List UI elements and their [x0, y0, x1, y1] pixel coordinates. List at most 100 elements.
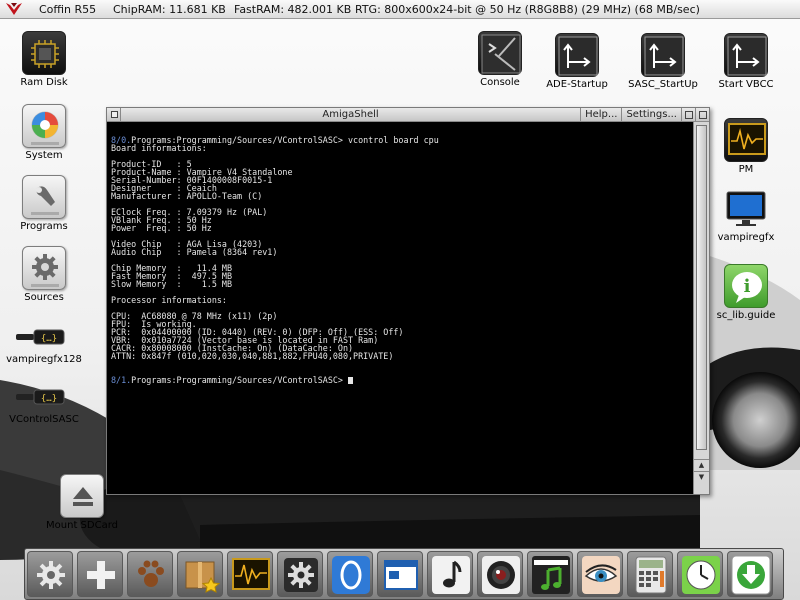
desktop-icon-label: vampiregfx128 [6, 354, 82, 365]
prompt-number: 8/1. [111, 375, 132, 385]
svg-text:i: i [744, 276, 751, 297]
text-cursor [348, 377, 353, 384]
desktop-icon-vampiregfx[interactable]: vampiregfx [706, 186, 786, 243]
console-line: Audio Chip : Pamela (8364 rev1) [111, 248, 691, 256]
monitor-wave-icon [232, 558, 270, 590]
rtg-readout: RTG: 800x600x24-bit @ 50 Hz (R8G8B8) (29… [355, 2, 700, 16]
desktop-icon-sources[interactable]: Sources [4, 246, 84, 303]
desktop-icon-start-vbcc[interactable]: Start VBCC [706, 33, 786, 90]
scroll-down-icon[interactable]: ▼ [694, 471, 709, 482]
dock [24, 548, 784, 600]
desktop-icon-programs[interactable]: Programs [4, 175, 84, 232]
console-line: Manufacturer : APOLLO-Team (C) [111, 192, 691, 200]
dock-item-calculator[interactable] [627, 551, 673, 597]
desktop-icon-ade-startup[interactable]: ADE-Startup [537, 33, 617, 90]
close-gadget-icon[interactable] [107, 108, 121, 121]
help-bubble-icon: i [724, 264, 768, 308]
eject-icon [60, 474, 104, 518]
plus-icon [87, 561, 115, 589]
gear-icon [37, 561, 65, 589]
dock-item-plus[interactable] [77, 551, 123, 597]
desktop-icon-pm[interactable]: PM [706, 118, 786, 175]
dock-item-gear-box[interactable] [277, 551, 323, 597]
eye-icon [582, 556, 620, 594]
amigashell-window[interactable]: AmigaShell Help... Settings... 8/0.Progr… [106, 107, 710, 495]
script-icon [641, 33, 685, 77]
desktop-icon-sasc-startup[interactable]: SASC_StartUp [623, 33, 703, 90]
desktop-icon-ram-disk[interactable]: Ram Disk [4, 31, 84, 88]
desktop-icon-label: Programs [20, 221, 68, 232]
os-title: Coffin R55 [39, 2, 97, 16]
help-button[interactable]: Help... [580, 108, 621, 121]
zoom-gadget-icon[interactable] [681, 108, 695, 121]
scroll-up-icon[interactable]: ▲ [694, 459, 709, 470]
desktop-icon-sc-lib-guide[interactable]: i sc_lib.guide [706, 264, 786, 321]
desktop-icon-label: Start VBCC [718, 79, 774, 90]
console-text: Programs:Programming/Sources/VControlSAS… [131, 375, 348, 385]
desktop-icon-system[interactable]: System [4, 104, 84, 161]
desktop-icon-label: ADE-Startup [546, 79, 608, 90]
desktop-icon-label: PM [738, 164, 754, 175]
console-icon [478, 31, 522, 75]
dock-item-film-music[interactable] [527, 551, 573, 597]
desktop-icon-label: Ram Disk [20, 77, 68, 88]
console-line: Board informations: [111, 144, 691, 152]
console-line: Processor informations: [111, 296, 691, 304]
console-text: Manufacturer : APOLLO-Team (C) [111, 191, 263, 201]
clock-icon [682, 556, 720, 594]
dock-item-window[interactable] [377, 551, 423, 597]
svg-text:{…}: {…} [41, 334, 57, 344]
desktop-icon-console[interactable]: Console [460, 31, 540, 88]
desktop-icon-label: vampiregfx [717, 232, 775, 243]
settings-button[interactable]: Settings... [621, 108, 681, 121]
console-line: CPU: AC68080 @ 78 MHz (x11) (2p) [111, 312, 691, 320]
dock-item-paw[interactable] [127, 551, 173, 597]
dock-item-eye[interactable] [577, 551, 623, 597]
download-icon [731, 555, 771, 595]
console-line: ATTN: 0x847f (010,020,030,040,881,882,FP… [111, 352, 691, 360]
console-line: Power Freq. : 50 Hz [111, 224, 691, 232]
shell-output[interactable]: 8/0.Programs:Programming/Sources/VContro… [111, 136, 691, 486]
console-text: Power Freq. : 50 Hz [111, 223, 212, 233]
desktop-icon-label: VControlSASC [9, 414, 79, 425]
dock-item-box-star[interactable] [177, 551, 223, 597]
dock-item-music-note[interactable] [427, 551, 473, 597]
depth-gadget-icon[interactable] [695, 108, 709, 121]
console-text: ATTN: 0x847f (010,020,030,040,881,882,FP… [111, 351, 394, 361]
window-title-bar[interactable]: AmigaShell Help... Settings... [107, 108, 709, 122]
monitor-wave-icon [724, 118, 768, 162]
vertical-scrollbar[interactable]: ▲ ▼ [693, 122, 709, 494]
dock-item-info-circle[interactable] [327, 551, 373, 597]
paw-icon [138, 560, 164, 587]
fastram-readout: FastRAM: 482.001 KB [234, 2, 352, 16]
desktop-icon-label: Sources [24, 292, 64, 303]
scrollbar-thumb[interactable] [696, 125, 707, 450]
screen-title-bar: Coffin R55 ChipRAM: 11.681 KB FastRAM: 4… [0, 0, 800, 19]
dock-item-gear[interactable] [27, 551, 73, 597]
gear-icon [22, 246, 66, 290]
desktop-icon-label: System [25, 150, 63, 161]
vampire-logo-icon [6, 3, 22, 15]
console-text: Board informations: [111, 143, 207, 153]
desktop-icon-vcontrolsasc[interactable]: {…} VControlSASC [4, 384, 84, 425]
box-star-icon [185, 561, 221, 593]
svg-text:{…}: {…} [41, 394, 57, 404]
calculator-icon [635, 556, 667, 594]
console-line: 8/1.Programs:Programming/Sources/VContro… [111, 376, 691, 384]
desktop-icon-label: Mount SDCard [46, 520, 118, 531]
dock-item-clock[interactable] [677, 551, 723, 597]
dock-item-camera-lens[interactable] [477, 551, 523, 597]
console-text: Slow Memory : 1.5 MB [111, 279, 233, 289]
dock-item-monitor-wave[interactable] [227, 551, 273, 597]
window-title: AmigaShell [322, 109, 379, 120]
dock-item-download[interactable] [727, 551, 773, 597]
script-icon [724, 33, 768, 77]
film-music-icon [532, 556, 570, 594]
desktop-icon-vampiregfx128[interactable]: {…} vampiregfx128 [4, 324, 84, 365]
chip-icon [22, 31, 66, 75]
gear-box-icon [284, 558, 318, 592]
cable-icon: {…} [16, 324, 66, 352]
console-text: Processor informations: [111, 295, 227, 305]
